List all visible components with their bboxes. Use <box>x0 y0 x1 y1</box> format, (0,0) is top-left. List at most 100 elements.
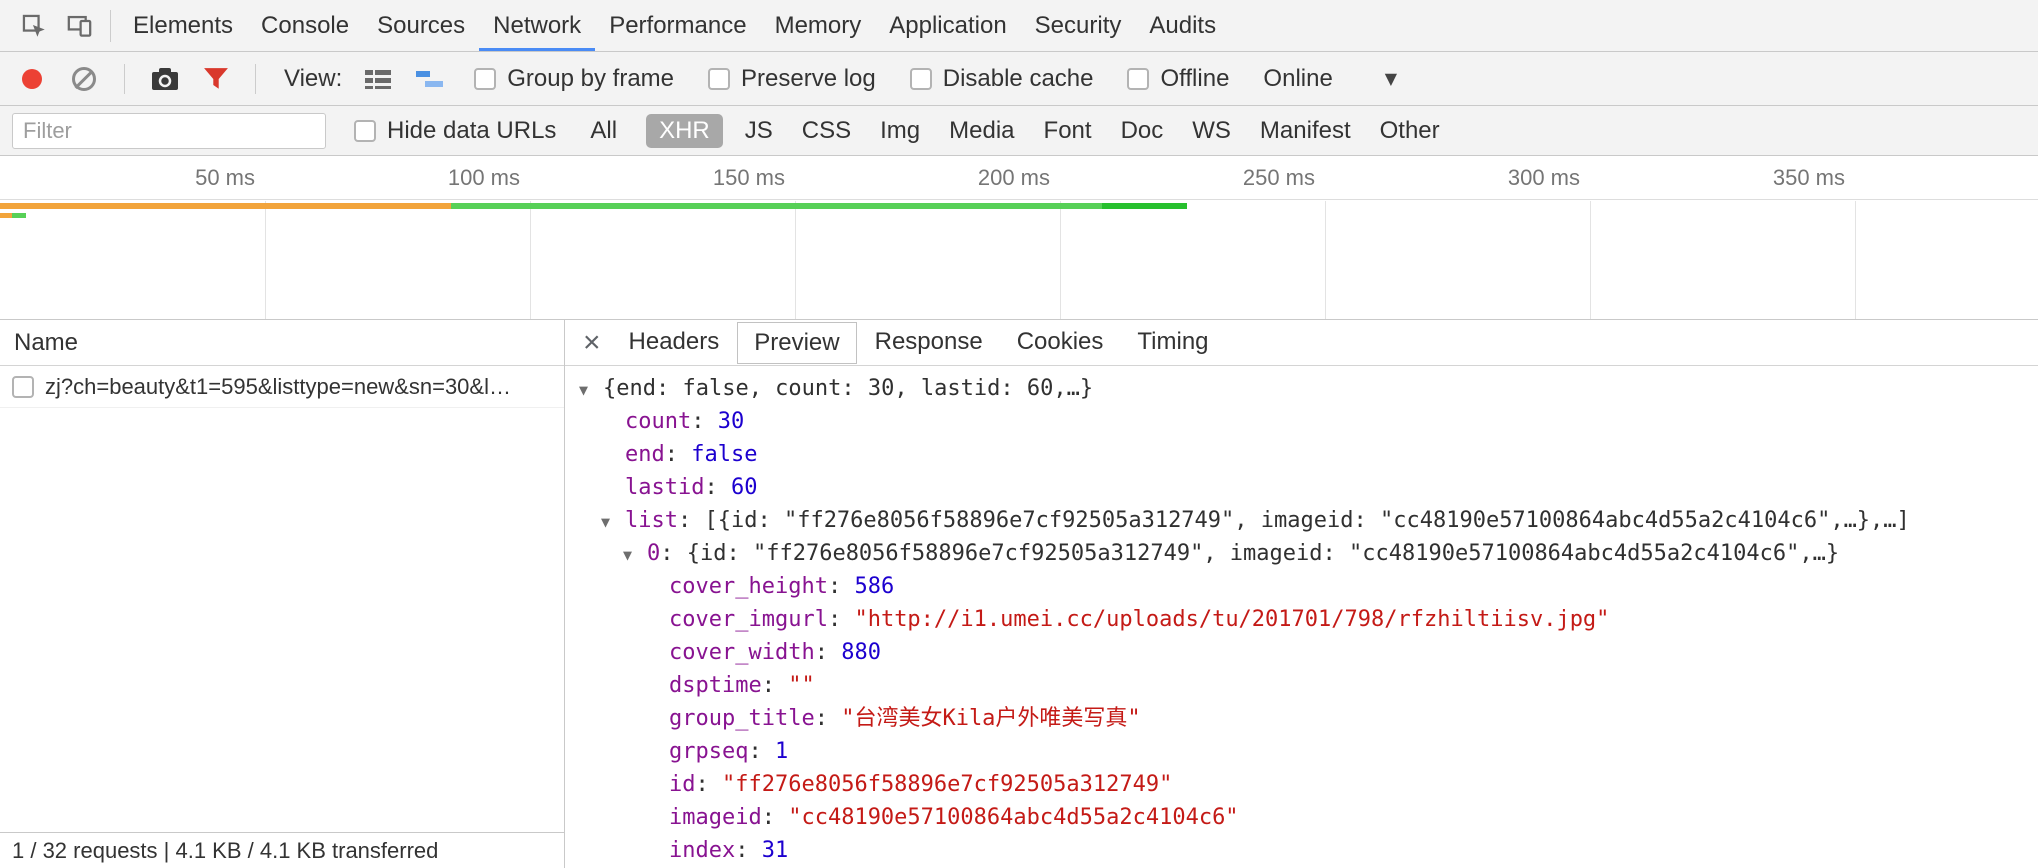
capture-screenshots-icon[interactable] <box>151 67 179 91</box>
request-list-empty-area <box>0 408 564 832</box>
tree-row[interactable]: end: false <box>565 438 2038 471</box>
disclosure-triangle-icon[interactable]: ▼ <box>601 506 625 539</box>
tree-row[interactable]: group_title: "台湾美女Kila户外唯美写真" <box>565 702 2038 735</box>
tree-row[interactable]: grpseq: 1 <box>565 735 2038 768</box>
tree-key: id <box>669 772 696 797</box>
checkbox-box[interactable] <box>354 120 376 142</box>
checkbox-box[interactable] <box>1127 68 1149 90</box>
tree-separator: : <box>815 706 842 731</box>
tree-row[interactable]: cover_width: 880 <box>565 636 2038 669</box>
tab-security[interactable]: Security <box>1021 0 1136 51</box>
overview-bar <box>0 203 451 209</box>
chevron-down-icon: ▼ <box>1385 69 1397 88</box>
checkbox-box[interactable] <box>474 68 496 90</box>
tree-row[interactable]: cover_imgurl: "http://i1.umei.cc/uploads… <box>565 603 2038 636</box>
disclosure-triangle-icon[interactable]: ▼ <box>623 539 647 572</box>
tree-row[interactable]: index: 31 <box>565 834 2038 867</box>
filter-bar: Hide data URLs All XHR JS CSS Img Media Font Do… <box>0 106 2038 156</box>
time-tick-label: 150 ms <box>713 165 785 191</box>
tree-row[interactable]: ▼list: [{id: "ff276e8056f58896e7cf92505a… <box>565 504 2038 537</box>
tree-key: end <box>625 442 665 467</box>
detail-tab-response[interactable]: Response <box>859 322 999 364</box>
filter-type-ws[interactable]: WS <box>1192 114 1231 148</box>
request-row[interactable]: zj?ch=beauty&t1=595&listtype=new&sn=30&l… <box>0 366 564 408</box>
checkbox-offline[interactable]: Offline <box>1127 65 1229 93</box>
tree-key: cover_imgurl <box>669 607 828 632</box>
detail-tab-headers[interactable]: Headers <box>613 322 736 364</box>
tree-row[interactable]: ▼0: {id: "ff276e8056f58896e7cf92505a3127… <box>565 537 2038 570</box>
view-label: View: <box>284 65 342 93</box>
tree-value: {id: "ff276e8056f58896e7cf92505a312749",… <box>687 541 1839 566</box>
tree-key: cover_height <box>669 574 828 599</box>
checkbox-group-by-frame[interactable]: Group by frame <box>474 65 674 93</box>
tab-application[interactable]: Application <box>875 0 1020 51</box>
filter-type-doc[interactable]: Doc <box>1121 114 1164 148</box>
tree-key: cover_width <box>669 640 815 665</box>
throttling-value: Online <box>1263 65 1332 93</box>
throttling-select[interactable]: Online ▼ <box>1263 65 1397 93</box>
tree-value: {end: false, count: 30, lastid: 60,…} <box>603 376 1093 401</box>
waterfall-overview-icon[interactable] <box>416 68 446 90</box>
tab-sources[interactable]: Sources <box>363 0 479 51</box>
filter-type-font[interactable]: Font <box>1044 114 1092 148</box>
tree-key: grpseq <box>669 739 748 764</box>
device-toolbar-icon[interactable] <box>56 0 102 52</box>
tab-performance[interactable]: Performance <box>595 0 760 51</box>
tab-audits[interactable]: Audits <box>1135 0 1230 51</box>
disclosure-triangle-icon[interactable]: ▼ <box>579 374 603 407</box>
timeline-gridline <box>1060 201 1061 319</box>
time-tick-label: 300 ms <box>1508 165 1580 191</box>
detail-tab-timing[interactable]: Timing <box>1121 322 1224 364</box>
network-main: Name zj?ch=beauty&t1=595&listtype=new&sn… <box>0 320 2038 868</box>
checkbox-box[interactable] <box>910 68 932 90</box>
inspect-element-icon[interactable] <box>10 0 56 52</box>
checkbox-disable-cache[interactable]: Disable cache <box>910 65 1094 93</box>
timeline-gridline <box>265 201 266 319</box>
tab-elements[interactable]: Elements <box>119 0 247 51</box>
tab-memory[interactable]: Memory <box>761 0 876 51</box>
filter-input[interactable] <box>12 113 326 149</box>
tree-row[interactable]: cover_height: 586 <box>565 570 2038 603</box>
close-icon[interactable]: × <box>583 328 601 358</box>
clear-icon[interactable] <box>72 67 96 91</box>
timeline-body <box>0 201 2038 319</box>
checkbox-box[interactable] <box>708 68 730 90</box>
toolbar-divider <box>124 64 125 94</box>
filter-type-xhr[interactable]: XHR <box>646 114 723 148</box>
filter-type-img[interactable]: Img <box>880 114 920 148</box>
tree-separator: : <box>704 475 731 500</box>
checkbox-preserve-log[interactable]: Preserve log <box>708 65 876 93</box>
tab-network[interactable]: Network <box>479 0 595 51</box>
tree-row[interactable]: count: 30 <box>565 405 2038 438</box>
detail-tab-cookies[interactable]: Cookies <box>1001 322 1120 364</box>
tree-value: 60 <box>731 475 758 500</box>
time-tick-label: 250 ms <box>1243 165 1315 191</box>
filter-type-all[interactable]: All <box>590 114 617 148</box>
column-header-name[interactable]: Name <box>0 320 564 366</box>
detail-tab-preview[interactable]: Preview <box>737 322 856 364</box>
tree-separator: : <box>762 673 789 698</box>
network-overview[interactable]: 50 ms100 ms150 ms200 ms250 ms300 ms350 m… <box>0 156 2038 320</box>
tree-row[interactable]: lastid: 60 <box>565 471 2038 504</box>
request-checkbox[interactable] <box>12 376 34 398</box>
filter-type-js[interactable]: JS <box>745 114 773 148</box>
request-rows-view-icon[interactable] <box>364 68 392 90</box>
filter-type-manifest[interactable]: Manifest <box>1260 114 1351 148</box>
time-tick-label: 50 ms <box>195 165 255 191</box>
preview-tree: ▼{end: false, count: 30, lastid: 60,…}co… <box>565 366 2038 868</box>
tree-key: index <box>669 838 735 863</box>
network-toolbar: View: Group by frame Preserve log <box>0 52 2038 106</box>
tree-row[interactable]: ▼{end: false, count: 30, lastid: 60,…} <box>565 372 2038 405</box>
checkbox-hide-data-urls[interactable]: Hide data URLs <box>354 117 556 145</box>
tree-row[interactable]: imageid: "cc48190e57100864abc4d55a2c4104… <box>565 801 2038 834</box>
timeline-gridline <box>1855 201 1856 319</box>
filter-type-css[interactable]: CSS <box>802 114 851 148</box>
overview-bar <box>12 213 26 218</box>
tree-row[interactable]: id: "ff276e8056f58896e7cf92505a312749" <box>565 768 2038 801</box>
filter-type-other[interactable]: Other <box>1380 114 1440 148</box>
filter-funnel-icon[interactable] <box>203 67 229 91</box>
record-button[interactable] <box>22 69 42 89</box>
filter-type-media[interactable]: Media <box>949 114 1014 148</box>
tree-row[interactable]: dsptime: "" <box>565 669 2038 702</box>
tab-console[interactable]: Console <box>247 0 363 51</box>
